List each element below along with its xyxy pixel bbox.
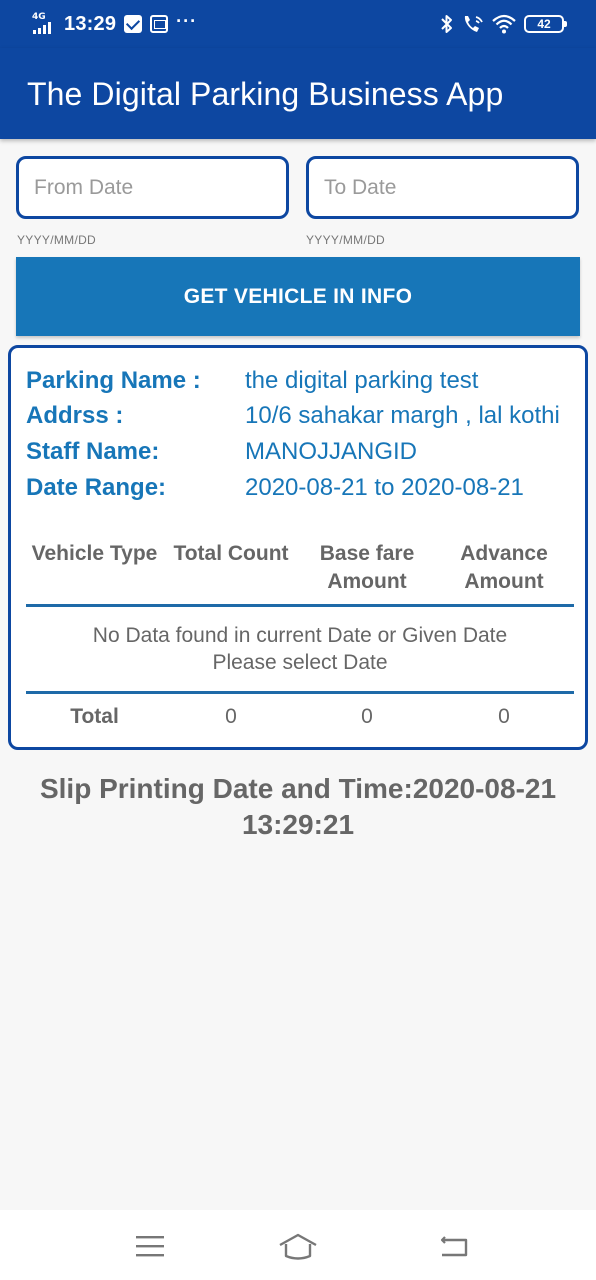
- parking-name-label: Parking Name :: [26, 367, 201, 394]
- notification-mail-icon: [124, 15, 143, 33]
- header-vehicle-type: Vehicle Type: [26, 540, 163, 568]
- status-time: 13:29: [64, 12, 117, 35]
- system-nav-bar: [0, 1210, 596, 1280]
- to-date-format-hint: YYYY/MM/DD: [306, 233, 386, 247]
- header-divider: [26, 604, 574, 607]
- slip-line1: Slip Printing Date and Time:2020-08-21: [39, 773, 557, 804]
- status-bar: 4G 13:29 ··· 42: [0, 0, 596, 48]
- notification-message-icon: [150, 15, 169, 33]
- parking-name-row: Parking Name : the digital parking test: [26, 367, 576, 401]
- date-range-row: Date Range: 2020-08-21 to 2020-08-21: [26, 474, 576, 508]
- back-icon: [440, 1236, 468, 1257]
- bluetooth-icon: [441, 15, 452, 33]
- address-row: Addrss : 10/6 sahakar margh , lal kothi: [26, 402, 576, 436]
- get-vehicle-in-info-button[interactable]: GET VEHICLE IN INFO: [16, 257, 580, 336]
- wifi-call-icon: [464, 16, 483, 32]
- header-total-count: Total Count: [168, 540, 294, 568]
- empty-state-line1: No Data found in current Date or Given D…: [92, 624, 508, 647]
- from-date-input[interactable]: [16, 156, 289, 219]
- staff-name-row: Staff Name: MANOJJANGID: [26, 438, 576, 472]
- battery-level: 42: [537, 17, 551, 31]
- empty-state-message: No Data found in current Date or Given D…: [26, 622, 574, 676]
- empty-state-line2: Please select Date: [212, 651, 388, 674]
- staff-name-label: Staff Name:: [26, 438, 160, 465]
- total-divider: [26, 691, 574, 694]
- total-label: Total: [70, 705, 119, 728]
- header-total-count-text: Total Count: [173, 542, 289, 565]
- app-bar: The Digital Parking Business App: [0, 48, 596, 139]
- staff-name-value: MANOJJANGID: [245, 438, 418, 465]
- header-advance: Advance Amount: [436, 540, 572, 596]
- vehicle-info-card: Parking Name : the digital parking test …: [8, 345, 588, 750]
- more-notifications-icon: ···: [176, 10, 198, 31]
- wifi-icon: [492, 14, 516, 34]
- home-button[interactable]: [270, 1224, 326, 1268]
- network-type: 4G: [32, 12, 46, 22]
- total-row: Total 0 0 0: [26, 705, 574, 739]
- app-title: The Digital Parking Business App: [27, 76, 504, 112]
- address-value: 10/6 sahakar margh , lal kothi: [245, 402, 560, 429]
- total-advance-value: 0: [498, 705, 510, 728]
- slip-printing-datetime: Slip Printing Date and Time:2020-08-21 1…: [0, 771, 596, 843]
- header-vehicle-type-text: Vehicle Type: [31, 542, 158, 565]
- date-range-label: Date Range:: [26, 474, 167, 501]
- header-base-fare-line1: Base fare: [319, 542, 415, 565]
- menu-button[interactable]: [122, 1224, 178, 1268]
- slip-line2: 13:29:21: [241, 809, 355, 840]
- table-header: Vehicle Type Total Count Base fare Amoun…: [26, 540, 574, 606]
- home-icon: [279, 1233, 317, 1260]
- date-range-value: 2020-08-21 to 2020-08-21: [245, 474, 524, 501]
- total-base-fare-value: 0: [361, 705, 373, 728]
- header-base-fare-line2: Amount: [327, 570, 407, 593]
- total-count-value: 0: [225, 705, 237, 728]
- parking-name-value: the digital parking test: [245, 367, 479, 394]
- header-advance-line2: Amount: [464, 570, 544, 593]
- header-base-fare: Base fare Amount: [299, 540, 435, 596]
- from-date-format-hint: YYYY/MM/DD: [17, 233, 97, 247]
- signal-icon: 4G: [32, 12, 56, 36]
- address-label: Addrss :: [26, 402, 124, 429]
- to-date-input[interactable]: [306, 156, 579, 219]
- header-advance-line1: Advance: [460, 542, 548, 565]
- menu-icon: [136, 1236, 164, 1257]
- battery-icon: 42: [524, 15, 567, 33]
- back-button[interactable]: [426, 1224, 482, 1268]
